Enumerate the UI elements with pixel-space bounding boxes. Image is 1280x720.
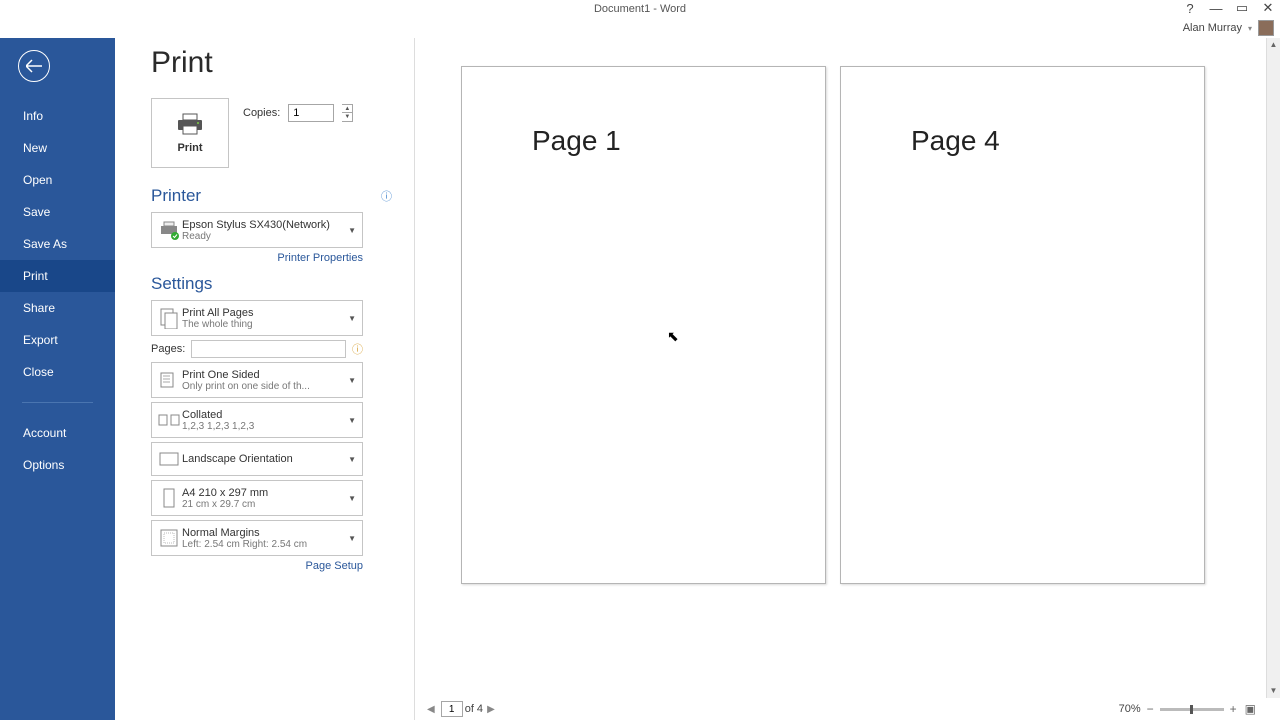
preview-page: Page 1	[461, 66, 826, 584]
sidebar-item-new[interactable]: New	[0, 132, 115, 164]
chevron-down-icon: ▼	[346, 376, 358, 385]
copies-input[interactable]	[288, 104, 334, 122]
sidebar-item-saveas[interactable]: Save As	[0, 228, 115, 260]
one-sided-icon	[156, 367, 182, 393]
collate-selector[interactable]: Collated 1,2,3 1,2,3 1,2,3 ▼	[151, 402, 363, 438]
printer-status: Ready	[182, 231, 346, 242]
spin-up-icon[interactable]: ▲	[342, 105, 352, 113]
sidebar-item-info[interactable]: Info	[0, 100, 115, 132]
back-button[interactable]	[18, 50, 50, 82]
copies-spinner[interactable]: ▲▼	[342, 104, 353, 122]
sidebar-item-share[interactable]: Share	[0, 292, 115, 324]
scroll-up-icon[interactable]: ▲	[1267, 38, 1280, 52]
back-arrow-icon	[26, 59, 42, 73]
window-title: Document1 - Word	[594, 3, 686, 15]
margins-icon	[156, 525, 182, 551]
chevron-down-icon: ▼	[346, 455, 358, 464]
printer-status-icon	[156, 217, 182, 243]
print-button[interactable]: Print	[151, 98, 229, 168]
user-name[interactable]: Alan Murray	[1183, 22, 1242, 34]
printer-heading: Printer ⓘ	[151, 186, 392, 206]
print-button-label: Print	[177, 142, 202, 154]
restore-icon[interactable]: ▭	[1233, 0, 1251, 16]
sides-selector[interactable]: Print One Sided Only print on one side o…	[151, 362, 363, 398]
spin-down-icon[interactable]: ▼	[342, 113, 352, 121]
print-settings-panel: Print Print Copies: ▲▼	[115, 38, 415, 720]
prev-page-button[interactable]: ◀	[423, 704, 439, 715]
sidebar-item-close[interactable]: Close	[0, 356, 115, 388]
page-title: Print	[151, 46, 392, 80]
scroll-down-icon[interactable]: ▼	[1267, 684, 1280, 698]
info-icon[interactable]: ⓘ	[352, 341, 363, 357]
paper-size-selector[interactable]: A4 210 x 297 mm 21 cm x 29.7 cm ▼	[151, 480, 363, 516]
chevron-down-icon: ▼	[346, 314, 358, 323]
preview-page-content: Page 4	[911, 125, 1134, 157]
page-total: of 4	[465, 703, 483, 715]
page-setup-link[interactable]: Page Setup	[151, 560, 363, 572]
next-page-button[interactable]: ▶	[483, 704, 499, 715]
current-page-input[interactable]	[441, 701, 463, 717]
settings-heading: Settings	[151, 274, 392, 294]
zoom-level: 70%	[1119, 703, 1141, 715]
avatar[interactable]	[1258, 20, 1274, 36]
preview-page-content: Page 1	[532, 125, 755, 157]
vertical-scrollbar[interactable]: ▲ ▼	[1266, 38, 1280, 698]
chevron-down-icon[interactable]: ▾	[1248, 24, 1252, 33]
zoom-out-button[interactable]: −	[1145, 702, 1156, 716]
orientation-selector[interactable]: Landscape Orientation ▼	[151, 442, 363, 476]
print-scope-selector[interactable]: Print All Pages The whole thing ▼	[151, 300, 363, 336]
chevron-down-icon: ▼	[346, 494, 358, 503]
pages-input[interactable]	[191, 340, 346, 358]
print-preview: Page 1 Page 4 ⬉ ▲ ▼ ◀ of 4 ▶ 70% −	[415, 38, 1280, 720]
chevron-down-icon: ▼	[346, 534, 358, 543]
window-controls: ? — ▭ ✕	[1181, 0, 1277, 16]
printer-selector[interactable]: Epson Stylus SX430(Network) Ready ▼	[151, 212, 363, 248]
help-icon[interactable]: ?	[1181, 1, 1199, 16]
scroll-track[interactable]	[1267, 52, 1280, 684]
preview-status-bar: ◀ of 4 ▶ 70% − + ▣	[415, 698, 1266, 720]
fit-page-button[interactable]: ▣	[1243, 702, 1258, 716]
sidebar-item-account[interactable]: Account	[0, 417, 115, 449]
minimize-icon[interactable]: —	[1207, 1, 1225, 16]
info-icon[interactable]: ⓘ	[381, 188, 392, 204]
chevron-down-icon: ▼	[346, 226, 358, 235]
preview-page: Page 4	[840, 66, 1205, 584]
copies-label: Copies:	[243, 107, 280, 119]
sidebar-item-print[interactable]: Print	[0, 260, 115, 292]
sidebar-separator	[22, 402, 93, 403]
printer-name: Epson Stylus SX430(Network)	[182, 219, 346, 231]
pages-label: Pages:	[151, 343, 185, 355]
printer-icon	[176, 112, 204, 136]
sidebar-item-export[interactable]: Export	[0, 324, 115, 356]
title-bar: Document1 - Word ? — ▭ ✕	[0, 0, 1280, 18]
user-bar: Alan Murray ▾	[0, 18, 1280, 38]
backstage-sidebar: Info New Open Save Save As Print Share E…	[0, 38, 115, 720]
landscape-icon	[156, 446, 182, 472]
margins-selector[interactable]: Normal Margins Left: 2.54 cm Right: 2.54…	[151, 520, 363, 556]
close-icon[interactable]: ✕	[1259, 0, 1277, 16]
sidebar-item-save[interactable]: Save	[0, 196, 115, 228]
chevron-down-icon: ▼	[346, 416, 358, 425]
paper-icon	[156, 485, 182, 511]
sidebar-item-options[interactable]: Options	[0, 449, 115, 481]
zoom-in-button[interactable]: +	[1228, 702, 1239, 716]
sidebar-item-open[interactable]: Open	[0, 164, 115, 196]
cursor-icon: ⬉	[667, 328, 679, 345]
zoom-slider[interactable]	[1160, 708, 1224, 711]
printer-properties-link[interactable]: Printer Properties	[151, 252, 363, 264]
collated-icon	[156, 407, 182, 433]
pages-icon	[156, 305, 182, 331]
